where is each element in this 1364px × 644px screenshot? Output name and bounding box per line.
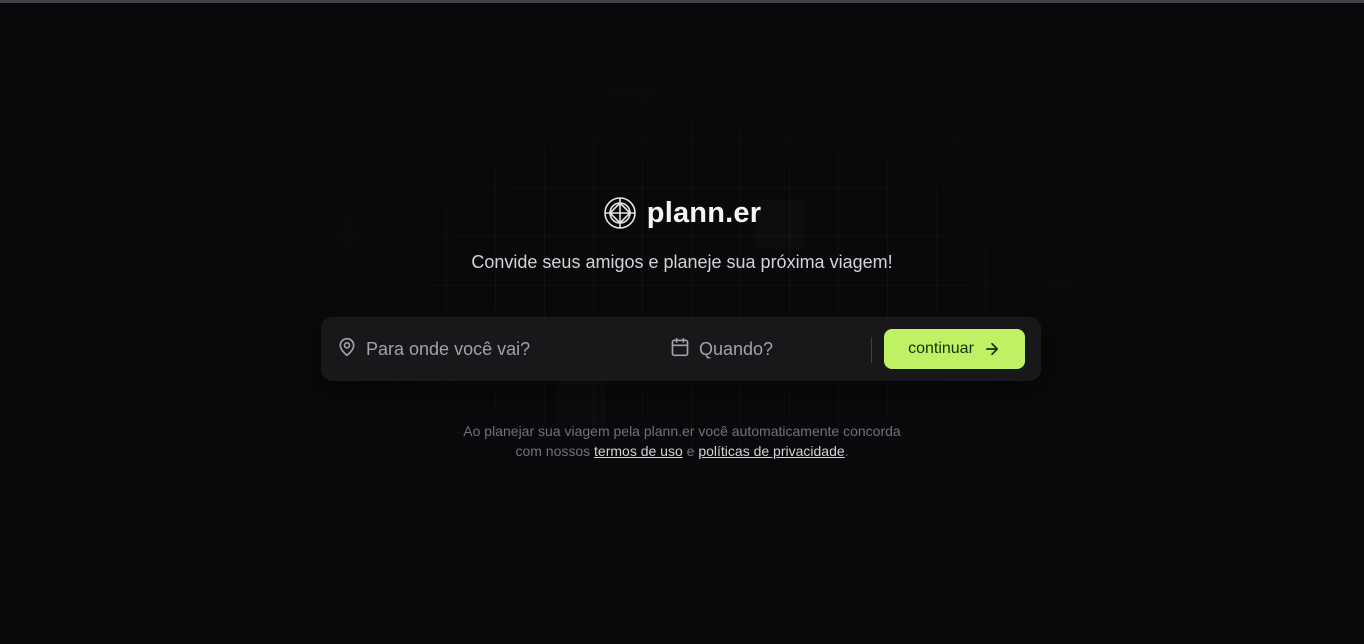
privacy-link[interactable]: políticas de privacidade [698,443,844,459]
date-input[interactable] [699,338,849,360]
legal-line-2: com nossos termos de uso e políticas de … [0,441,1364,461]
legal-prefix: com nossos [515,443,591,459]
continue-button[interactable]: continuar [884,329,1025,369]
destination-input[interactable] [366,338,606,360]
legal-conjunction: e [686,443,695,459]
legal-notice: Ao planejar sua viagem pela plann.er voc… [0,421,1364,461]
date-field[interactable] [670,317,860,381]
brand-logo: plann.er [0,196,1364,230]
continue-label: continuar [908,340,974,357]
brand-name: plann.er [646,196,762,229]
field-divider [871,337,872,363]
legal-suffix: . [844,443,849,459]
globe-icon [603,196,637,230]
destination-field[interactable] [337,317,637,381]
arrow-right-icon [983,340,1001,358]
map-pin-icon [337,337,357,362]
tagline: Convide seus amigos e planeje sua próxim… [471,252,893,272]
legal-line-1: Ao planejar sua viagem pela plann.er voc… [463,423,901,439]
terms-link[interactable]: termos de uso [594,443,683,459]
landing-page: plann.er Convide seus amigos e planeje s… [0,0,1364,644]
hero: plann.er Convide seus amigos e planeje s… [0,0,1364,644]
calendar-icon [670,337,690,362]
trip-search-bar: continuar [321,317,1041,381]
